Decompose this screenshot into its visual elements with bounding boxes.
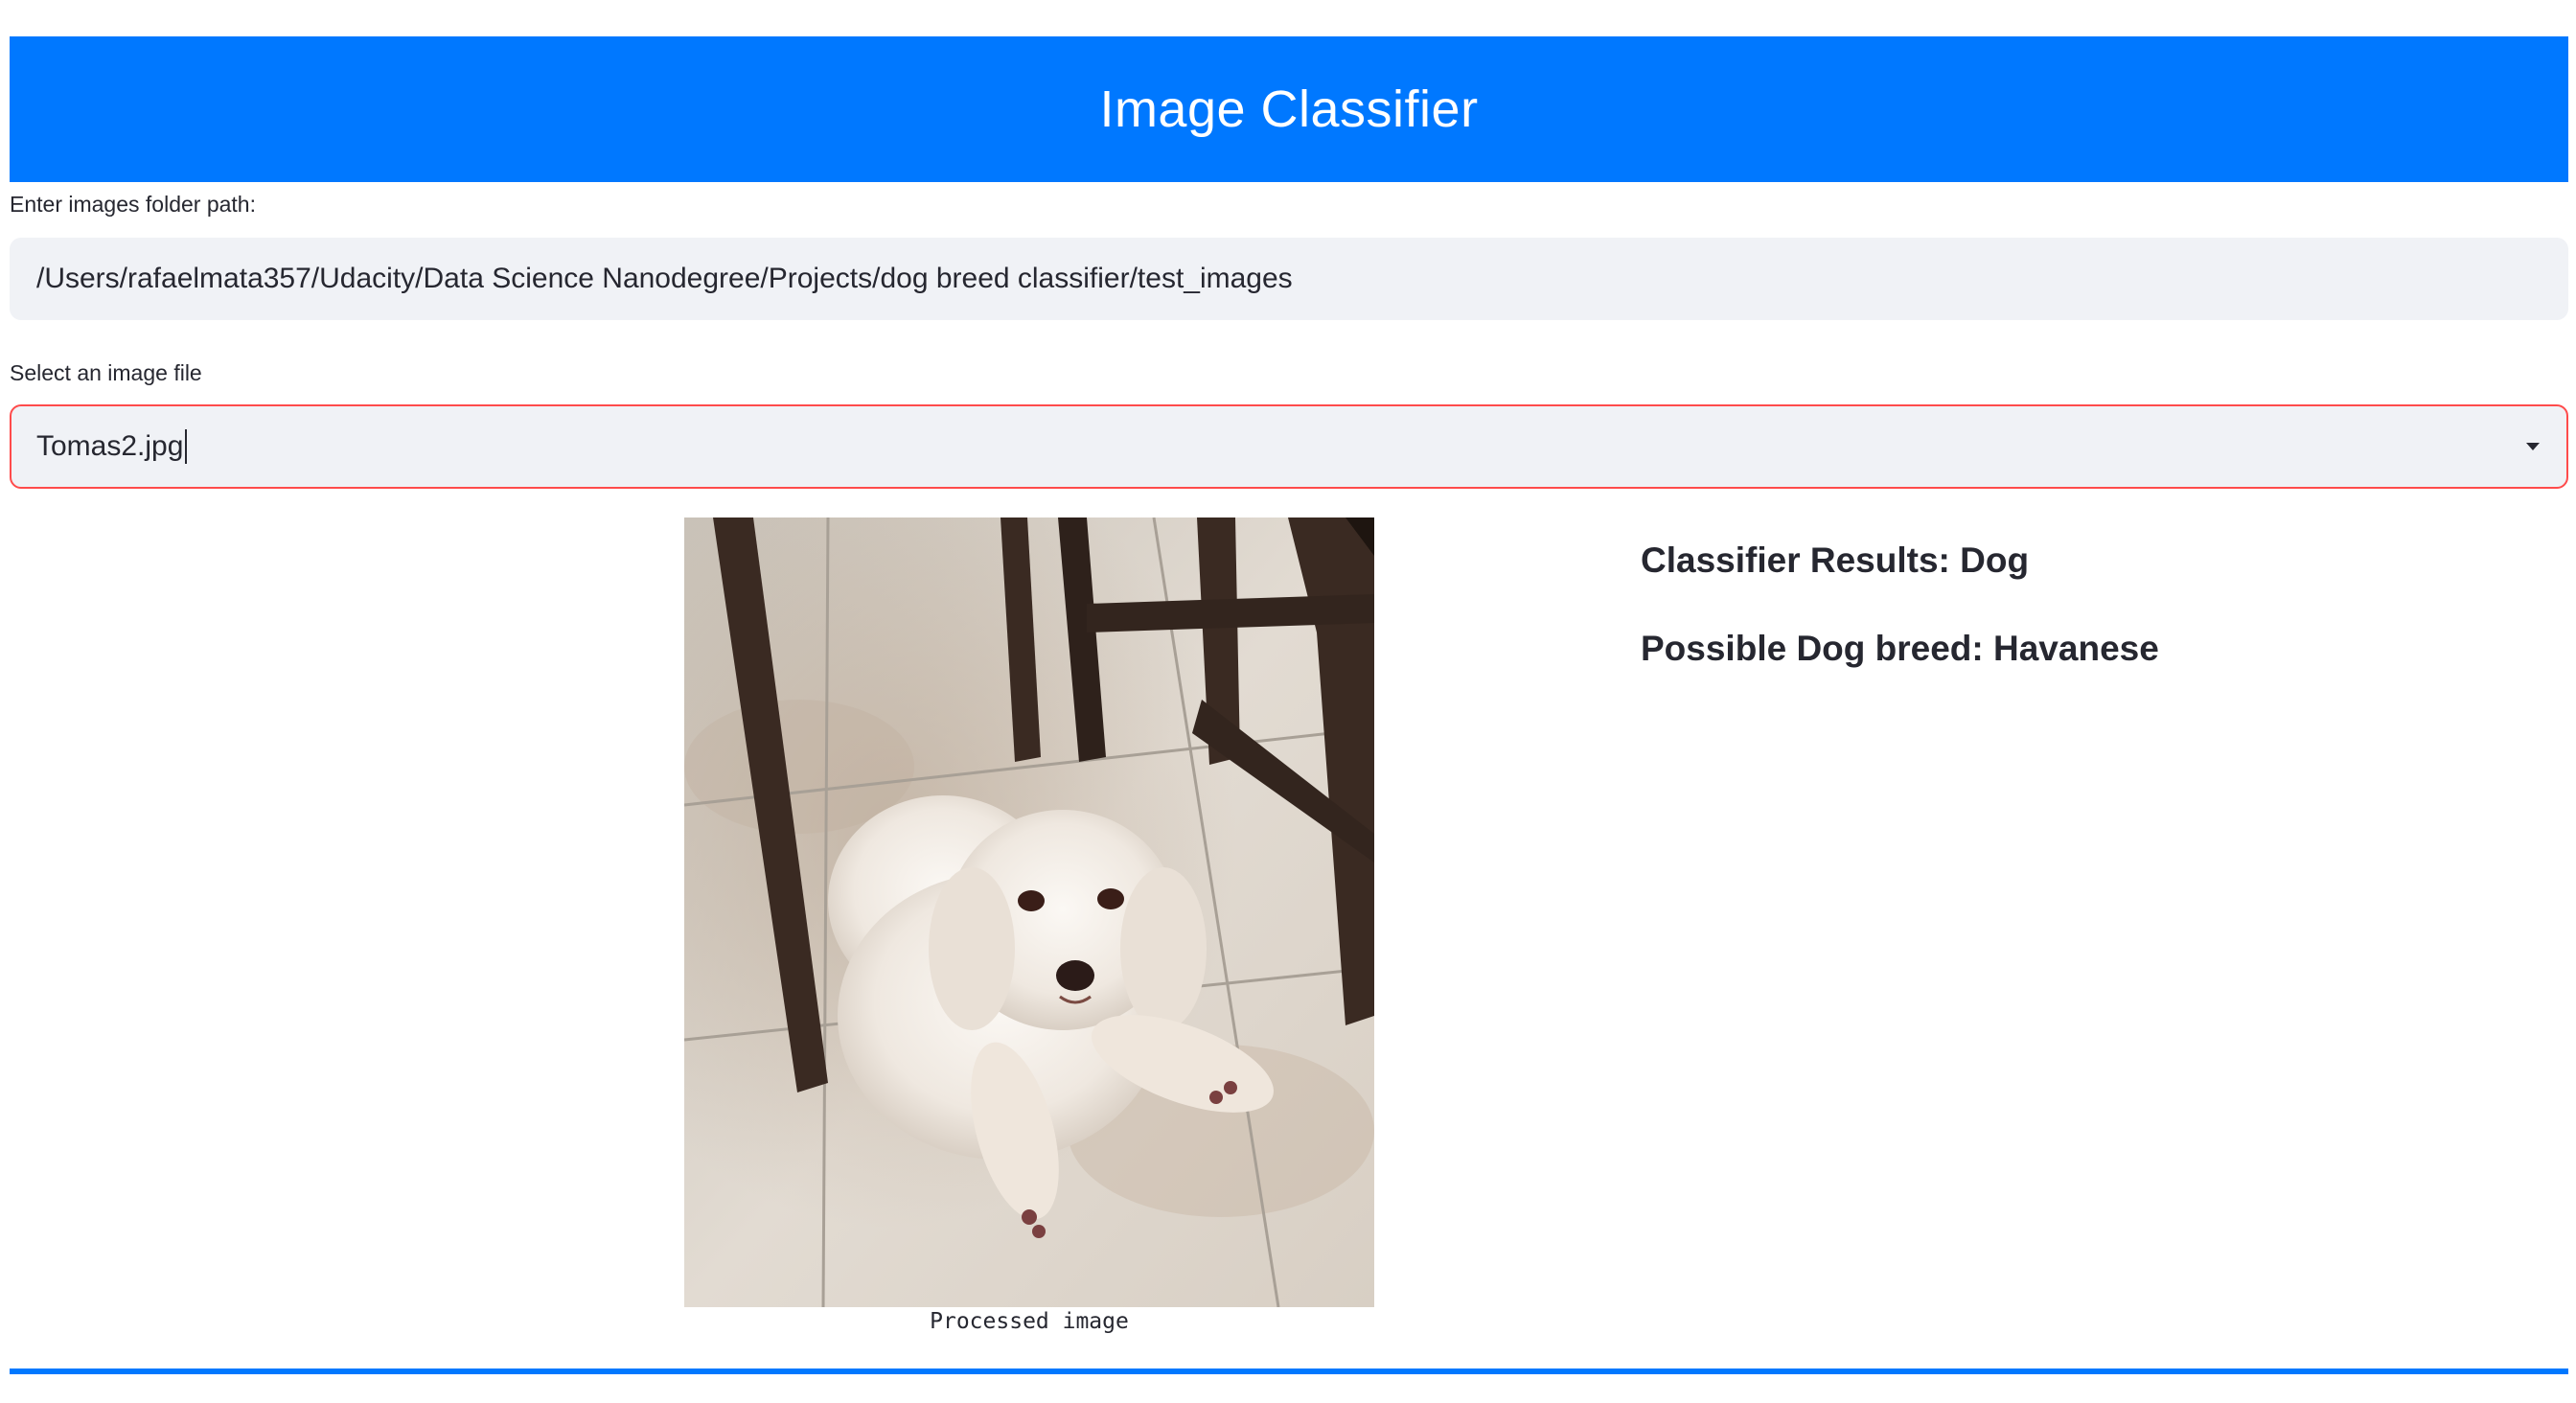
text-cursor (185, 429, 188, 464)
image-file-select[interactable]: Tomas2.jpg (10, 404, 2568, 489)
selected-file-value: Tomas2.jpg (36, 430, 184, 462)
header-banner: Image Classifier (10, 36, 2568, 182)
folder-path-input[interactable]: /Users/rafaelmata357/Udacity/Data Scienc… (10, 238, 2568, 320)
processed-image (684, 518, 1374, 1307)
chevron-down-icon[interactable] (2526, 443, 2540, 450)
footer-divider (10, 1368, 2568, 1374)
image-file-label: Select an image file (10, 360, 202, 385)
dog-breed-result: Possible Dog breed: Havanese (1641, 629, 2159, 668)
folder-path-label: Enter images folder path: (10, 192, 256, 217)
app-page: Image Classifier Enter images folder pat… (0, 0, 2576, 1403)
classifier-result: Classifier Results: Dog (1641, 540, 2030, 580)
image-caption: Processed image (930, 1309, 1129, 1334)
page-title: Image Classifier (1099, 80, 1479, 138)
